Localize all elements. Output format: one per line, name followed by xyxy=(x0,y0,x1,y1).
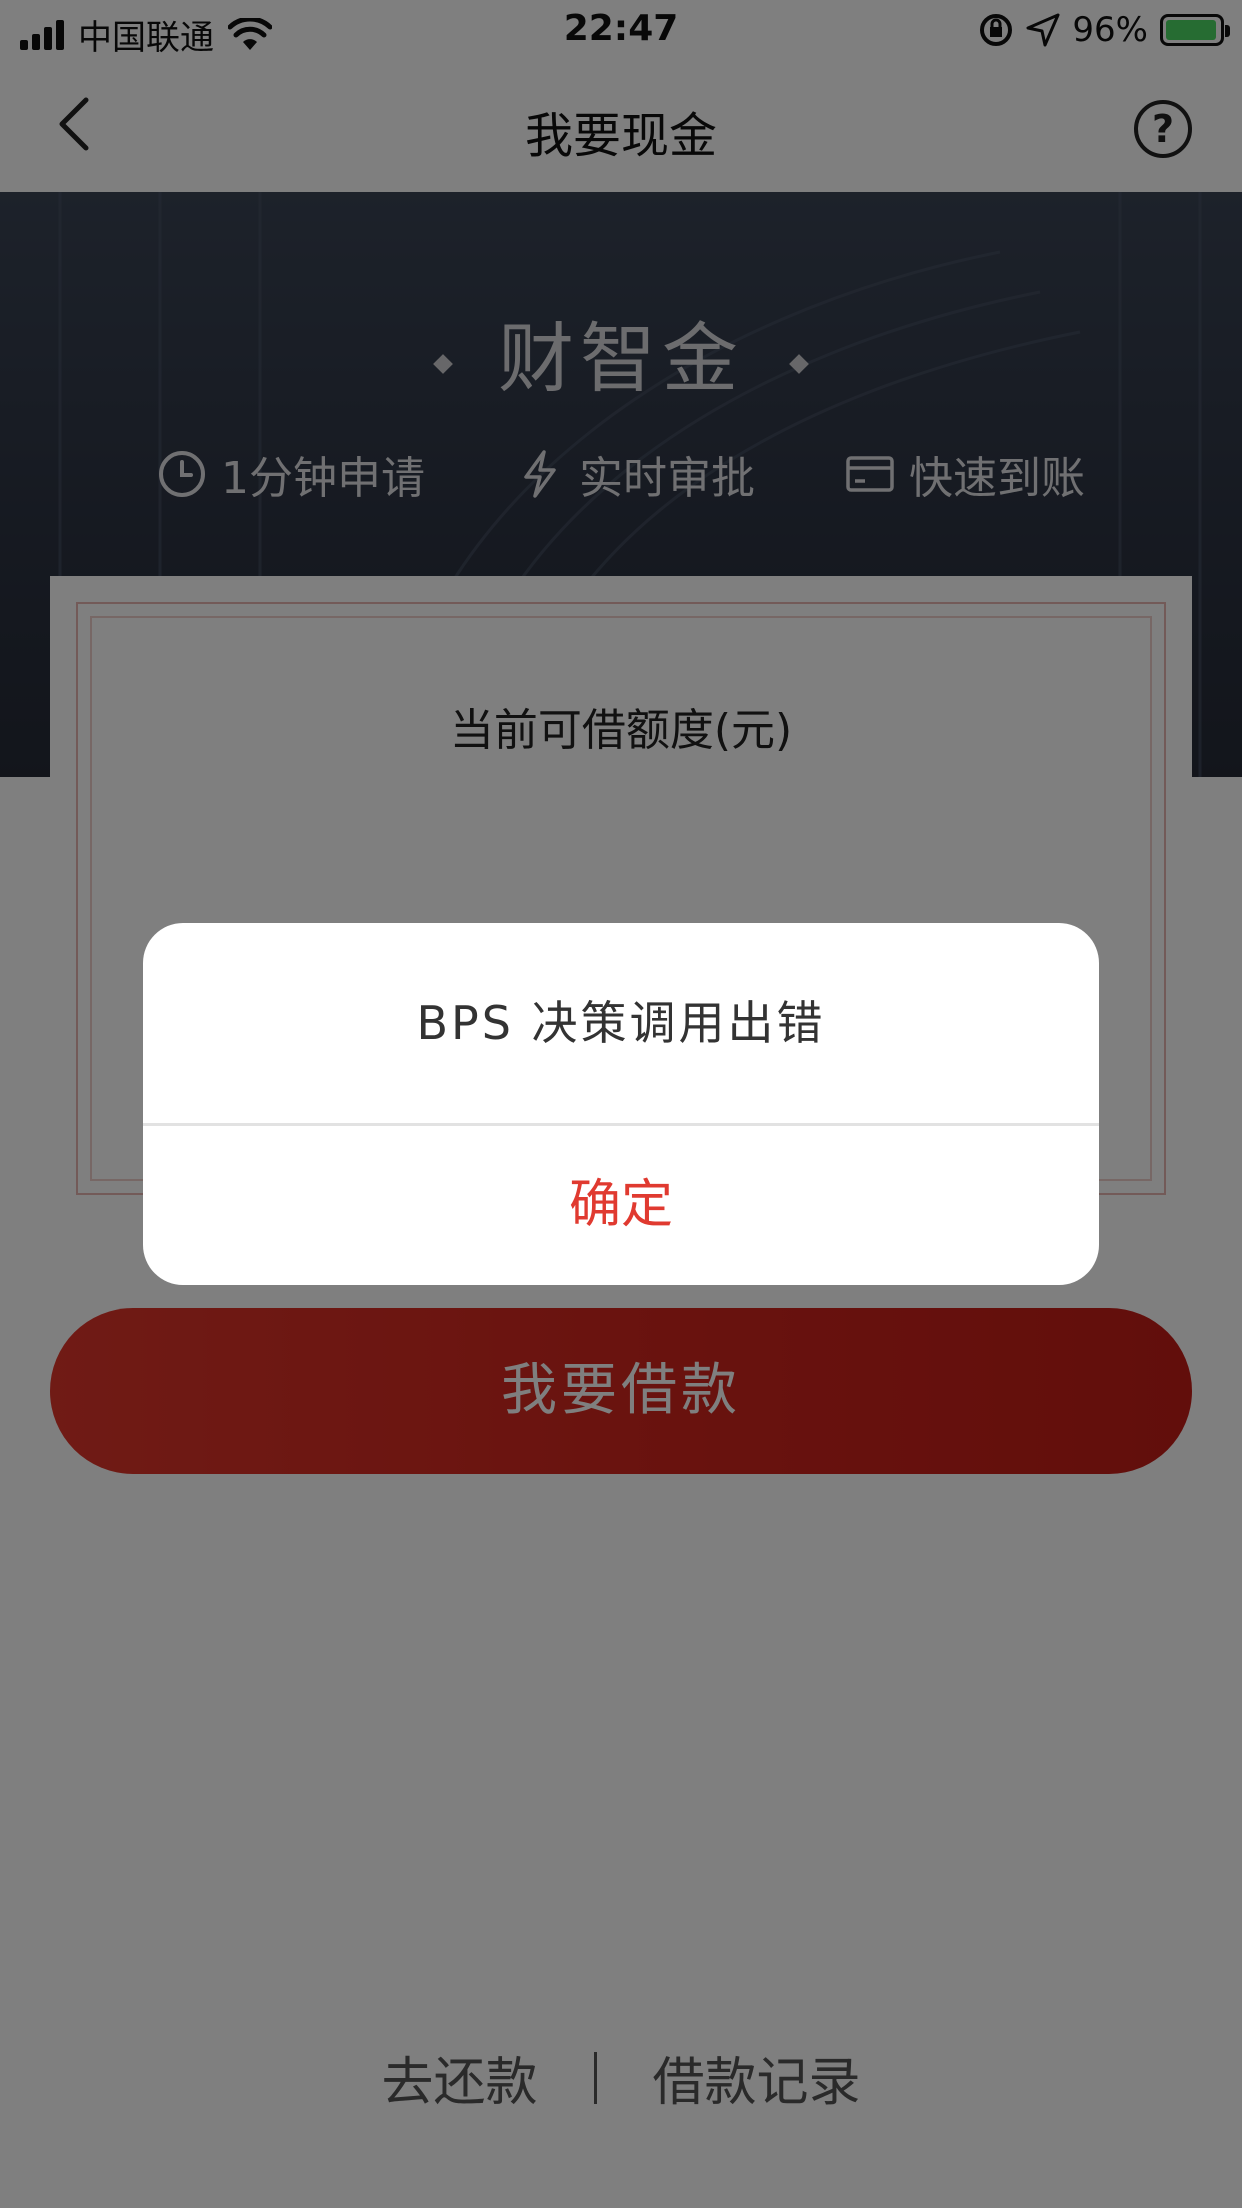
page: 中国联通 22:47 96% 我 xyxy=(0,0,1242,2208)
alert-message: BPS 决策调用出错 xyxy=(416,996,826,1050)
confirm-button[interactable]: 确定 xyxy=(143,1126,1099,1285)
alert-dialog: BPS 决策调用出错 确定 xyxy=(143,923,1099,1285)
